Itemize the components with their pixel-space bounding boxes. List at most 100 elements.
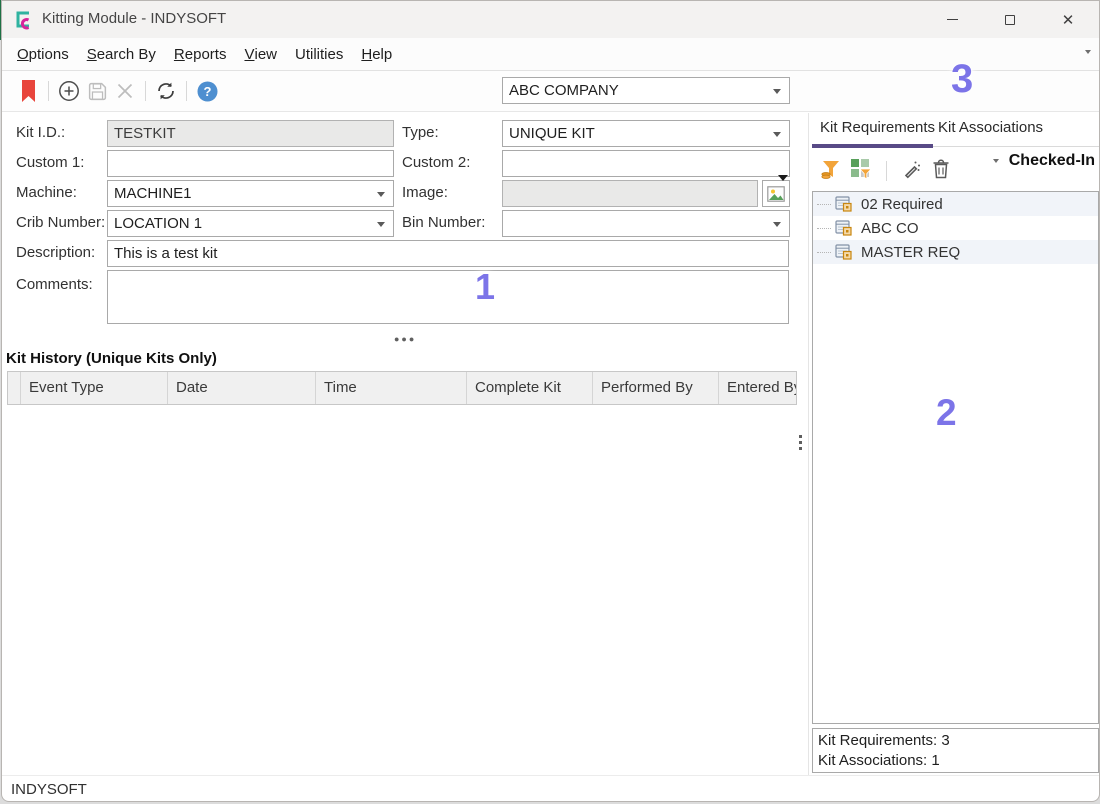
image-icon: [767, 186, 785, 202]
menu-help[interactable]: Help: [352, 38, 401, 70]
help-button[interactable]: ?: [193, 77, 221, 105]
filter-data-button[interactable]: [820, 158, 842, 185]
bin-number-select[interactable]: [502, 210, 790, 237]
vertical-splitter-handle[interactable]: [799, 435, 802, 450]
tree-connector: [817, 228, 831, 229]
type-label: Type:: [402, 120, 439, 146]
requirements-toolbar: [820, 157, 951, 185]
chevron-down-icon: [773, 132, 781, 137]
toolbar-row: ? ABC COMPANY Checked-In: [2, 71, 1099, 112]
custom1-field[interactable]: [107, 150, 394, 177]
custom2-label: Custom 2:: [402, 150, 470, 176]
annotation-2: 2: [936, 392, 957, 434]
menu-view[interactable]: View: [235, 38, 286, 70]
image-field: [502, 180, 758, 207]
close-icon: ✕: [1062, 11, 1075, 29]
menu-reports[interactable]: Reports: [165, 38, 236, 70]
active-tab-indicator: [812, 144, 933, 148]
svg-text:?: ?: [203, 84, 211, 99]
toolbar-separator: [186, 81, 187, 101]
tab-kit-requirements[interactable]: Kit Requirements: [820, 119, 935, 136]
trash-icon: [931, 158, 951, 180]
machine-value: MACHINE1: [114, 185, 192, 202]
add-record-icon: [58, 80, 80, 102]
image-picker-button[interactable]: [762, 180, 790, 207]
image-picker-dropdown-icon[interactable]: [778, 175, 788, 181]
description-field[interactable]: [107, 240, 789, 267]
maximize-button[interactable]: [981, 1, 1039, 38]
tree-connector: [817, 252, 831, 253]
chevron-down-icon: [773, 89, 781, 94]
title-bar: Kitting Module - INDYSOFT ✕: [2, 1, 1099, 38]
status-chevron-icon: [993, 159, 999, 163]
crib-number-value: LOCATION 1: [114, 215, 202, 232]
grid-filter-button[interactable]: [850, 158, 872, 185]
kit-requirements-count: Kit Requirements: 3: [818, 731, 1093, 751]
statusbar-divider: [2, 775, 1099, 776]
requirement-icon: [835, 220, 855, 237]
description-label: Description:: [16, 240, 95, 266]
comments-field[interactable]: [107, 270, 789, 324]
tree-connector: [817, 204, 831, 205]
column-header-performed-by[interactable]: Performed By: [593, 372, 719, 404]
kit-id-label: Kit I.D.:: [16, 120, 65, 146]
add-record-button[interactable]: [55, 77, 83, 105]
tree-item-label: ABC CO: [861, 220, 919, 237]
menu-bar: Options Search By Reports View Utilities…: [2, 38, 1099, 71]
tree-item-abc-co[interactable]: ABC CO: [813, 216, 1098, 240]
horizontal-splitter-handle[interactable]: ●●●: [394, 334, 416, 344]
kit-status-control[interactable]: Checked-In: [993, 152, 1095, 170]
statusbar-text: INDYSOFT: [11, 781, 87, 798]
delete-button[interactable]: [111, 77, 139, 105]
image-label: Image:: [402, 180, 448, 206]
wand-edit-icon: [901, 158, 923, 180]
window-title: Kitting Module - INDYSOFT: [42, 10, 226, 27]
delete-requirement-button[interactable]: [931, 158, 951, 185]
chevron-down-icon: [773, 222, 781, 227]
column-header-date[interactable]: Date: [168, 372, 316, 404]
menu-search-by[interactable]: Search By: [78, 38, 165, 70]
crib-number-label: Crib Number:: [16, 210, 105, 236]
chevron-down-icon: [377, 192, 385, 197]
type-value: UNIQUE KIT: [509, 125, 595, 142]
column-header-event-type[interactable]: Event Type: [21, 372, 168, 404]
machine-select[interactable]: MACHINE1: [107, 180, 394, 207]
refresh-icon: [155, 80, 177, 102]
company-select[interactable]: ABC COMPANY: [502, 77, 790, 104]
minimize-button[interactable]: [923, 1, 981, 38]
tab-kit-associations[interactable]: Kit Associations: [938, 119, 1043, 136]
tree-item-02-required[interactable]: 02 Required: [813, 192, 1098, 216]
custom1-label: Custom 1:: [16, 150, 84, 176]
bookmark-button[interactable]: [14, 77, 42, 105]
annotation-1: 1: [475, 266, 495, 308]
tree-item-master-req[interactable]: MASTER REQ: [813, 240, 1098, 264]
menu-utilities[interactable]: Utilities: [286, 38, 352, 70]
kit-requirements-tree: 02 Required ABC CO: [812, 191, 1099, 724]
toolbar: ?: [14, 75, 221, 107]
wand-edit-button[interactable]: [901, 158, 923, 185]
menu-overflow-chevron-icon[interactable]: [1085, 50, 1091, 54]
grid-filter-icon: [850, 158, 872, 180]
status-badge: Checked-In: [1009, 152, 1095, 170]
type-select[interactable]: UNIQUE KIT: [502, 120, 790, 147]
refresh-button[interactable]: [152, 77, 180, 105]
annotation-3: 3: [951, 57, 973, 102]
custom2-field[interactable]: [502, 150, 790, 177]
toolbar-separator: [886, 161, 887, 181]
maximize-icon: [1005, 15, 1015, 25]
minimize-icon: [947, 19, 958, 21]
comments-label: Comments:: [16, 272, 93, 298]
column-header-complete-kit[interactable]: Complete Kit: [467, 372, 593, 404]
menu-options[interactable]: Options: [8, 38, 78, 70]
kit-id-field: [107, 120, 394, 147]
close-button[interactable]: ✕: [1039, 1, 1097, 38]
crib-number-select[interactable]: LOCATION 1: [107, 210, 394, 237]
delete-icon: [115, 81, 135, 101]
screen: Kitting Module - INDYSOFT ✕ Options Sear…: [0, 0, 1100, 804]
kit-associations-count: Kit Associations: 1: [818, 751, 1093, 771]
column-header-entered-by[interactable]: Entered By: [719, 372, 796, 404]
column-header-time[interactable]: Time: [316, 372, 467, 404]
tree-item-label: 02 Required: [861, 196, 943, 213]
panel-divider: [808, 113, 809, 775]
save-button[interactable]: [83, 77, 111, 105]
